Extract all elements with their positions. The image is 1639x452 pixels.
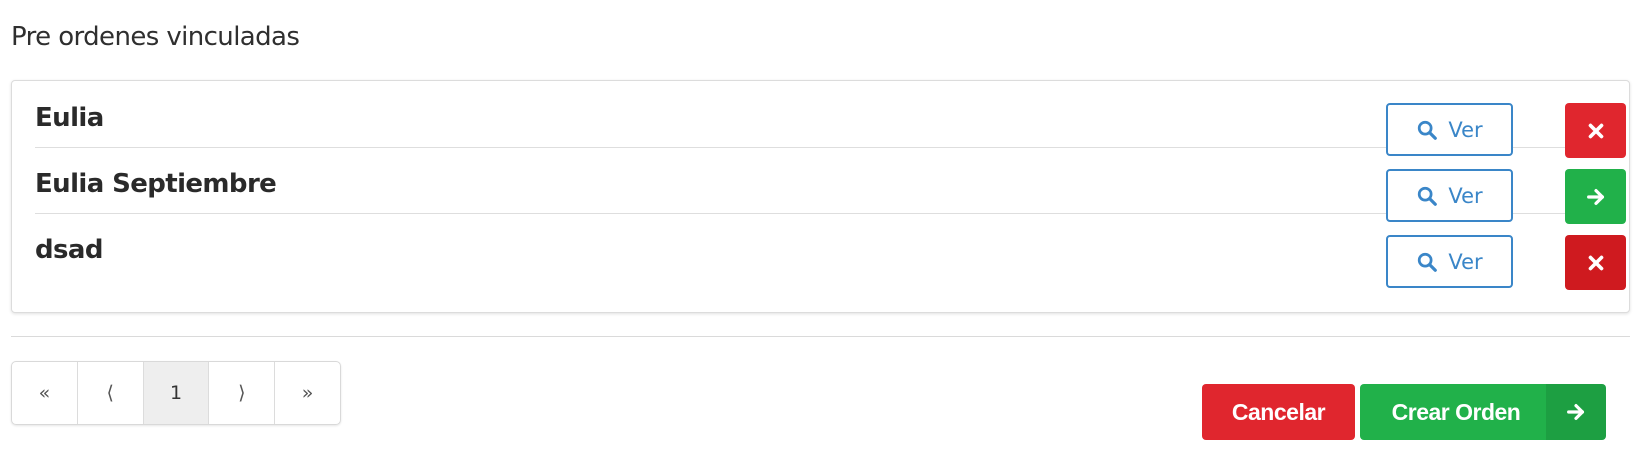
preorder-name: Eulia xyxy=(35,103,104,133)
list-item: Eulia Ver xyxy=(35,81,1626,158)
list-item: Eulia Septiembre Ver xyxy=(35,147,1626,224)
pagination-page-current[interactable]: 1 xyxy=(143,362,210,424)
close-icon xyxy=(1588,255,1603,270)
linked-preorders-list: Eulia Ver Eulia Septiembre Ver dsad Ver xyxy=(11,80,1630,313)
create-order-arrow xyxy=(1546,384,1606,440)
remove-button[interactable] xyxy=(1565,235,1626,290)
create-order-label: Crear Orden xyxy=(1391,398,1521,425)
arrow-right-icon xyxy=(1567,403,1585,421)
preorder-name: Eulia Septiembre xyxy=(35,169,277,199)
view-button[interactable]: Ver xyxy=(1386,235,1513,288)
pagination-last[interactable]: » xyxy=(275,362,340,424)
close-icon xyxy=(1588,123,1603,138)
list-item: dsad Ver xyxy=(35,213,1626,290)
divider xyxy=(11,336,1630,337)
preorder-name: dsad xyxy=(35,235,103,265)
pagination-prev[interactable]: ⟨ xyxy=(78,362,144,424)
view-button-label: Ver xyxy=(1448,117,1483,142)
pagination-next[interactable]: ⟩ xyxy=(209,362,276,424)
create-order-button[interactable]: Crear Orden xyxy=(1360,384,1606,440)
section-title: Pre ordenes vinculadas xyxy=(11,22,300,52)
search-icon xyxy=(1418,252,1438,272)
arrow-right-icon xyxy=(1586,188,1604,205)
view-button-label: Ver xyxy=(1448,249,1483,274)
pagination: « ⟨ 1 ⟩ » xyxy=(11,361,341,425)
search-icon xyxy=(1418,120,1438,140)
view-button-label: Ver xyxy=(1448,183,1483,208)
cancel-button[interactable]: Cancelar xyxy=(1202,384,1355,440)
pagination-first[interactable]: « xyxy=(12,362,78,424)
search-icon xyxy=(1418,186,1438,206)
